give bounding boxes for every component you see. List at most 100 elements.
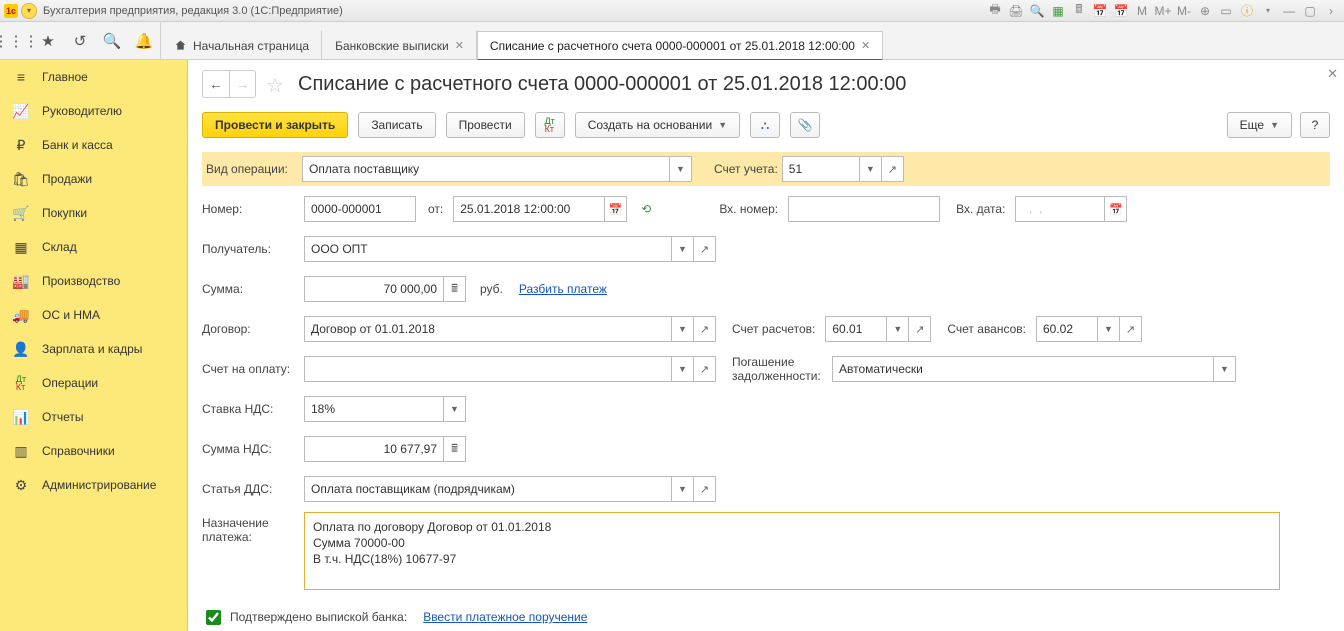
- sidebar-item-operations[interactable]: ДтКтОперации: [0, 366, 187, 400]
- sidebar-item-reports[interactable]: 📊Отчеты: [0, 400, 187, 434]
- tab-bank-statements[interactable]: Банковские выписки ✕: [322, 30, 477, 60]
- acc-advance-input[interactable]: [1036, 316, 1098, 342]
- vat-sum-input[interactable]: [304, 436, 444, 462]
- number-label: Номер:: [202, 202, 298, 216]
- dropdown-icon[interactable]: ▼: [670, 156, 692, 182]
- dropdown-icon[interactable]: ▼: [860, 156, 882, 182]
- structure-button[interactable]: ⛬: [750, 112, 780, 138]
- dropdown-icon[interactable]: ▼: [672, 476, 694, 502]
- open-icon[interactable]: ↗: [882, 156, 904, 182]
- maximize-icon[interactable]: ▢: [1301, 4, 1319, 18]
- history-icon[interactable]: ↺: [64, 22, 96, 60]
- sidebar-item-warehouse[interactable]: ▦Склад: [0, 230, 187, 264]
- contract-input[interactable]: [304, 316, 672, 342]
- sidebar-item-admin[interactable]: ⚙Администрирование: [0, 468, 187, 502]
- post-button[interactable]: Провести: [446, 112, 525, 138]
- calculator-icon[interactable]: 🖩: [444, 276, 466, 302]
- apps-icon[interactable]: ⋮⋮⋮: [0, 22, 32, 60]
- post-and-close-button[interactable]: Провести и закрыть: [202, 112, 348, 138]
- split-payment-link[interactable]: Разбить платеж: [519, 282, 607, 296]
- tab-home[interactable]: Начальная страница: [161, 30, 322, 60]
- print2-icon[interactable]: 🖨: [1007, 4, 1025, 18]
- sidebar-item-assets[interactable]: 🚚ОС и НМА: [0, 298, 187, 332]
- sidebar-item-catalogs[interactable]: ▥Справочники: [0, 434, 187, 468]
- forward-button[interactable]: →: [229, 71, 255, 97]
- in-date-input[interactable]: [1015, 196, 1105, 222]
- zoom-icon[interactable]: ⊕: [1196, 4, 1214, 18]
- invoice-input[interactable]: [304, 356, 672, 382]
- vat-rate-input[interactable]: [304, 396, 444, 422]
- sidebar-item-production[interactable]: 🏭Производство: [0, 264, 187, 298]
- info-icon[interactable]: ⓘ: [1238, 2, 1256, 19]
- close-window-icon[interactable]: ›: [1322, 4, 1340, 18]
- dds-input[interactable]: [304, 476, 672, 502]
- calendar31-icon[interactable]: 📅: [1112, 4, 1130, 18]
- open-icon[interactable]: ↗: [909, 316, 931, 342]
- bell-icon[interactable]: 🔔: [128, 22, 160, 60]
- account-input[interactable]: [782, 156, 860, 182]
- info-dd-icon[interactable]: ▾: [1259, 6, 1277, 15]
- dropdown-icon[interactable]: ▼: [1214, 356, 1236, 382]
- open-icon[interactable]: ↗: [1120, 316, 1142, 342]
- app-menu-dropdown[interactable]: ▾: [21, 3, 37, 19]
- preview-icon[interactable]: 🔍: [1028, 4, 1046, 18]
- acc-raschet-input[interactable]: [825, 316, 887, 342]
- calendar-icon[interactable]: 📅: [1091, 4, 1109, 18]
- operation-input[interactable]: [302, 156, 670, 182]
- favorite-star-icon[interactable]: ☆: [266, 73, 288, 95]
- open-icon[interactable]: ↗: [694, 316, 716, 342]
- m-plus-icon[interactable]: M+: [1154, 4, 1172, 18]
- close-form-icon[interactable]: ✕: [1327, 66, 1338, 82]
- dtkt-icon: ДтКт: [12, 374, 30, 392]
- calc-green-icon[interactable]: ▦: [1049, 4, 1067, 18]
- print-icon[interactable]: 🖶: [986, 0, 1004, 21]
- show-postings-button[interactable]: ДтКт: [535, 112, 565, 138]
- m-minus-icon[interactable]: M-: [1175, 4, 1193, 18]
- sidebar-item-manager[interactable]: 📈Руководителю: [0, 94, 187, 128]
- star-icon[interactable]: ★: [32, 22, 64, 60]
- dropdown-icon[interactable]: ▼: [672, 356, 694, 382]
- dropdown-icon[interactable]: ▼: [444, 396, 466, 422]
- create-based-button[interactable]: Создать на основании▼: [575, 112, 740, 138]
- debt-input[interactable]: [832, 356, 1214, 382]
- calculator-icon[interactable]: 🖩: [444, 436, 466, 462]
- calendar-icon[interactable]: 📅: [605, 196, 627, 222]
- open-icon[interactable]: ↗: [694, 476, 716, 502]
- sum-input[interactable]: [304, 276, 444, 302]
- page-title: Списание с расчетного счета 0000-000001 …: [298, 73, 906, 96]
- window-titlebar: 1c ▾ Бухгалтерия предприятия, редакция 3…: [0, 0, 1344, 22]
- more-button[interactable]: Еще▼: [1227, 112, 1292, 138]
- tab-writeoff[interactable]: Списание с расчетного счета 0000-000001 …: [477, 31, 883, 61]
- sidebar-item-main[interactable]: ≡Главное: [0, 60, 187, 94]
- dropdown-icon[interactable]: ▼: [1098, 316, 1120, 342]
- attach-button[interactable]: 📎: [790, 112, 820, 138]
- close-icon[interactable]: ✕: [861, 39, 870, 52]
- search-icon[interactable]: 🔍: [96, 22, 128, 60]
- enter-payment-order-link[interactable]: Ввести платежное поручение: [423, 610, 587, 624]
- dropdown-icon[interactable]: ▼: [672, 316, 694, 342]
- dropdown-icon[interactable]: ▼: [887, 316, 909, 342]
- payee-input[interactable]: [304, 236, 672, 262]
- calendar-icon[interactable]: 📅: [1105, 196, 1127, 222]
- sidebar-item-hr[interactable]: 👤Зарплата и кадры: [0, 332, 187, 366]
- date-input[interactable]: [453, 196, 605, 222]
- sidebar-item-bank[interactable]: ₽Банк и касса: [0, 128, 187, 162]
- in-number-input[interactable]: [788, 196, 940, 222]
- number-input[interactable]: [304, 196, 416, 222]
- close-icon[interactable]: ✕: [455, 39, 464, 52]
- back-button[interactable]: ←: [203, 71, 229, 97]
- minimize-icon[interactable]: —: [1280, 4, 1298, 18]
- save-button[interactable]: Записать: [358, 112, 435, 138]
- open-icon[interactable]: ↗: [694, 356, 716, 382]
- m-icon[interactable]: M: [1133, 4, 1151, 18]
- help-button[interactable]: ?: [1300, 112, 1330, 138]
- sidebar-item-sales[interactable]: 🛍Продажи: [0, 162, 187, 196]
- dropdown-icon[interactable]: ▼: [672, 236, 694, 262]
- purpose-textarea[interactable]: [304, 512, 1280, 590]
- calc-icon[interactable]: 🖩: [1070, 0, 1088, 21]
- sidebar-item-purchases[interactable]: 🛒Покупки: [0, 196, 187, 230]
- window-icon[interactable]: ▭: [1217, 4, 1235, 18]
- refresh-number-icon[interactable]: ⟲: [641, 202, 651, 216]
- open-icon[interactable]: ↗: [694, 236, 716, 262]
- confirmed-checkbox[interactable]: [206, 610, 221, 625]
